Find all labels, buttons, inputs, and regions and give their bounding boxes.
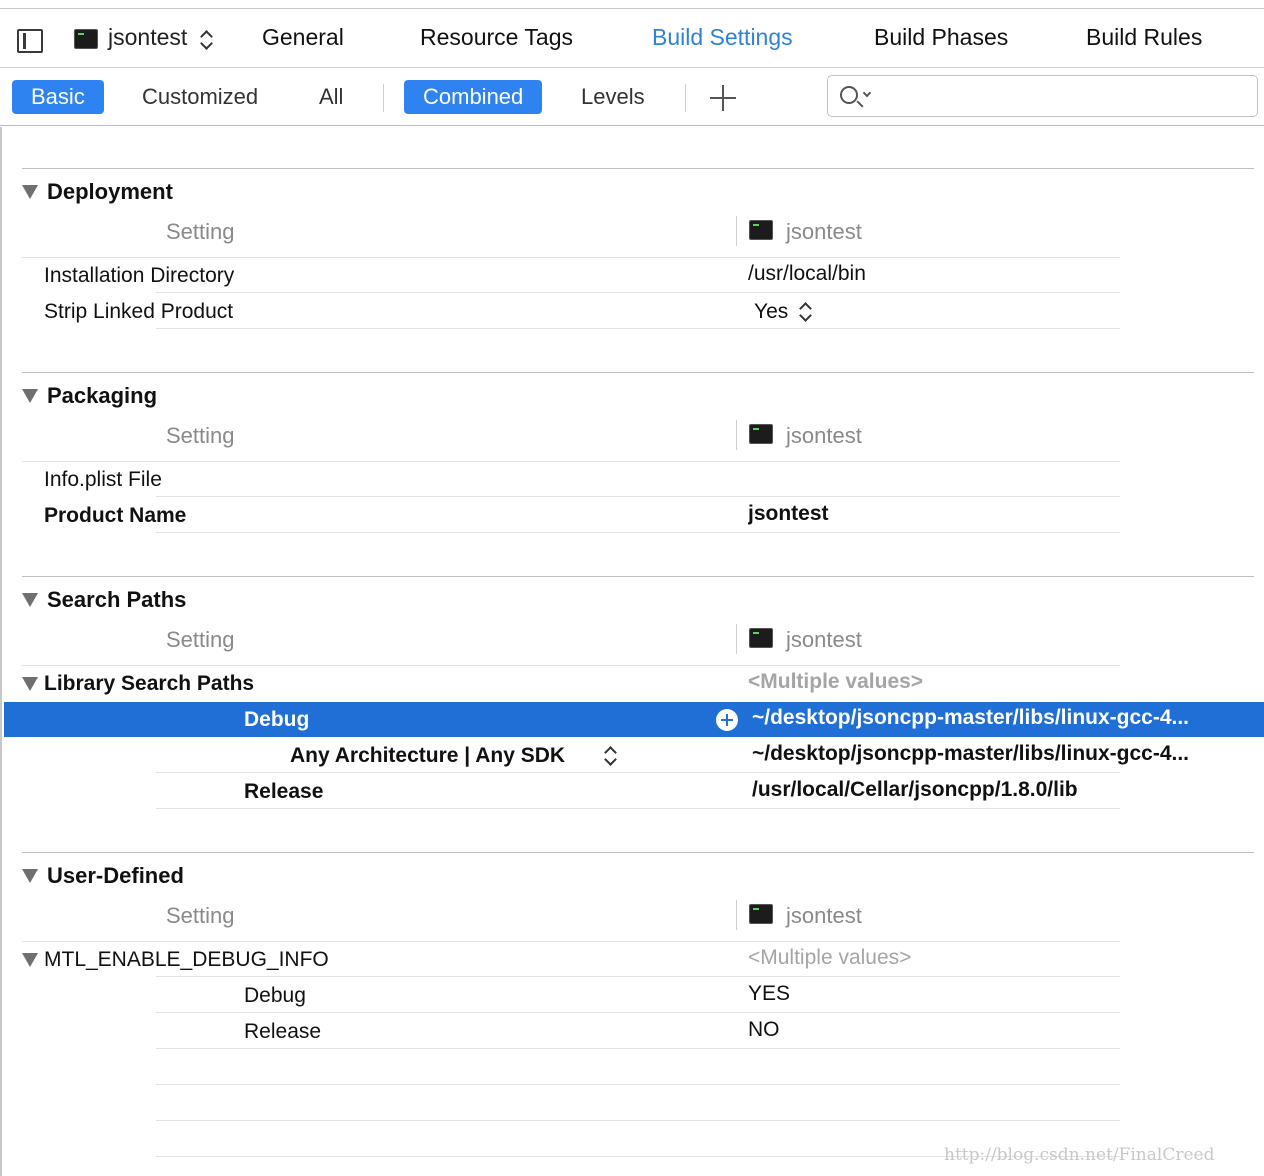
section-divider xyxy=(22,168,1254,169)
disclosure-triangle-icon[interactable] xyxy=(22,389,38,403)
setting-mtl-enable-debug-info[interactable]: MTL_ENABLE_DEBUG_INFO xyxy=(44,948,329,972)
selected-row-debug[interactable]: Debug ~/desktop/jsoncpp-master/libs/linu… xyxy=(4,702,1264,737)
row-divider xyxy=(156,976,1120,977)
divider xyxy=(383,84,384,112)
disclosure-triangle-icon[interactable] xyxy=(22,677,38,691)
column-divider xyxy=(736,420,737,450)
scope-customized-button[interactable]: Customized xyxy=(123,80,277,114)
row-divider xyxy=(156,1084,1120,1085)
value-strip-linked-product[interactable]: Yes xyxy=(754,300,788,324)
tab-build-settings[interactable]: Build Settings xyxy=(652,24,793,51)
tab-build-rules[interactable]: Build Rules xyxy=(1086,24,1202,51)
row-divider xyxy=(156,292,1120,293)
row-divider xyxy=(156,328,1120,329)
column-divider xyxy=(736,900,737,930)
value-library-search-paths[interactable]: <Multiple values> xyxy=(748,670,923,694)
config-release-label[interactable]: Release xyxy=(244,780,323,804)
row-divider xyxy=(156,1048,1120,1049)
terminal-target-icon xyxy=(749,220,773,240)
value-mtl-debug[interactable]: YES xyxy=(748,982,790,1006)
scope-basic-button[interactable]: Basic xyxy=(12,80,104,114)
value-arch-path[interactable]: ~/desktop/jsoncpp-master/libs/linux-gcc-… xyxy=(752,742,1260,766)
target-selector[interactable]: jsontest xyxy=(108,24,187,51)
setting-library-search-paths[interactable]: Library Search Paths xyxy=(44,672,254,696)
row-divider xyxy=(22,665,1120,666)
column-divider xyxy=(736,624,737,654)
row-divider xyxy=(22,257,1120,258)
section-divider xyxy=(22,576,1254,577)
row-divider xyxy=(22,461,1120,462)
column-header-setting: Setting xyxy=(166,903,235,928)
search-icon[interactable] xyxy=(840,86,858,104)
view-combined-button[interactable]: Combined xyxy=(404,80,543,114)
value-debug-path[interactable]: ~/desktop/jsoncpp-master/libs/linux-gcc-… xyxy=(752,706,1260,730)
view-levels-button[interactable]: Levels xyxy=(562,80,664,114)
search-field[interactable] xyxy=(827,75,1258,117)
section-title-search-paths: Search Paths xyxy=(47,587,187,612)
setting-info-plist-file[interactable]: Info.plist File xyxy=(44,468,162,492)
disclosure-triangle-icon[interactable] xyxy=(22,593,38,607)
add-setting-plus-icon[interactable] xyxy=(710,85,736,111)
build-settings-list: Deployment Setting jsontest Installation… xyxy=(0,127,1264,1176)
section-divider xyxy=(22,372,1254,373)
column-header-target: jsontest xyxy=(786,903,862,928)
setting-installation-directory[interactable]: Installation Directory xyxy=(44,264,234,288)
column-header-target: jsontest xyxy=(786,423,862,448)
value-product-name[interactable]: jsontest xyxy=(748,502,829,526)
tab-resource-tags[interactable]: Resource Tags xyxy=(420,24,573,51)
disclosure-triangle-icon[interactable] xyxy=(22,185,38,199)
filter-bar: Basic Customized All Combined Levels xyxy=(0,68,1264,126)
column-header-target: jsontest xyxy=(786,219,862,244)
column-header-setting: Setting xyxy=(166,219,235,244)
disclosure-triangle-icon[interactable] xyxy=(22,953,38,967)
terminal-target-icon xyxy=(749,904,773,924)
editor-tab-bar: jsontest General Resource Tags Build Set… xyxy=(0,8,1264,68)
updown-chevron-icon[interactable] xyxy=(604,745,616,767)
tab-general[interactable]: General xyxy=(262,24,344,51)
row-divider xyxy=(156,772,1120,773)
value-release-path[interactable]: /usr/local/Cellar/jsoncpp/1.8.0/lib xyxy=(752,778,1078,802)
setting-product-name[interactable]: Product Name xyxy=(44,504,186,528)
watermark: http://blog.csdn.net/FinalCreed xyxy=(944,1145,1215,1165)
section-title-deployment: Deployment xyxy=(47,179,173,204)
terminal-target-icon xyxy=(74,29,98,49)
column-divider xyxy=(736,216,737,246)
add-condition-plus-icon[interactable] xyxy=(716,709,738,731)
row-divider xyxy=(156,808,1120,809)
divider xyxy=(685,84,686,112)
row-divider xyxy=(22,941,1120,942)
config-debug-label: Debug xyxy=(244,708,310,731)
config-release-label[interactable]: Release xyxy=(244,1020,321,1044)
section-title-packaging: Packaging xyxy=(47,383,158,408)
terminal-target-icon xyxy=(749,628,773,648)
condition-any-architecture-any-sdk[interactable]: Any Architecture | Any SDK xyxy=(290,744,565,768)
column-header-setting: Setting xyxy=(166,423,235,448)
tab-build-phases[interactable]: Build Phases xyxy=(874,24,1008,51)
column-header-target: jsontest xyxy=(786,627,862,652)
row-divider xyxy=(156,1120,1120,1121)
search-input[interactable] xyxy=(880,80,1250,112)
scope-all-button[interactable]: All xyxy=(300,80,362,114)
chevron-down-icon[interactable] xyxy=(862,88,872,98)
terminal-target-icon xyxy=(749,424,773,444)
section-divider xyxy=(22,852,1254,853)
row-divider xyxy=(156,1012,1120,1013)
row-divider xyxy=(156,496,1120,497)
config-debug-label[interactable]: Debug xyxy=(244,984,306,1008)
sidebar-toggle-icon[interactable] xyxy=(17,29,43,53)
section-title-user-defined: User-Defined xyxy=(47,863,184,888)
column-header-setting: Setting xyxy=(166,627,235,652)
setting-strip-linked-product[interactable]: Strip Linked Product xyxy=(44,300,233,324)
updown-chevron-icon[interactable] xyxy=(799,301,811,323)
updown-chevron-icon[interactable] xyxy=(200,29,212,51)
row-divider xyxy=(156,532,1120,533)
value-mtl-release[interactable]: NO xyxy=(748,1018,780,1042)
value-installation-directory[interactable]: /usr/local/bin xyxy=(748,262,866,286)
disclosure-triangle-icon[interactable] xyxy=(22,869,38,883)
value-mtl-enable-debug-info[interactable]: <Multiple values> xyxy=(748,946,911,970)
